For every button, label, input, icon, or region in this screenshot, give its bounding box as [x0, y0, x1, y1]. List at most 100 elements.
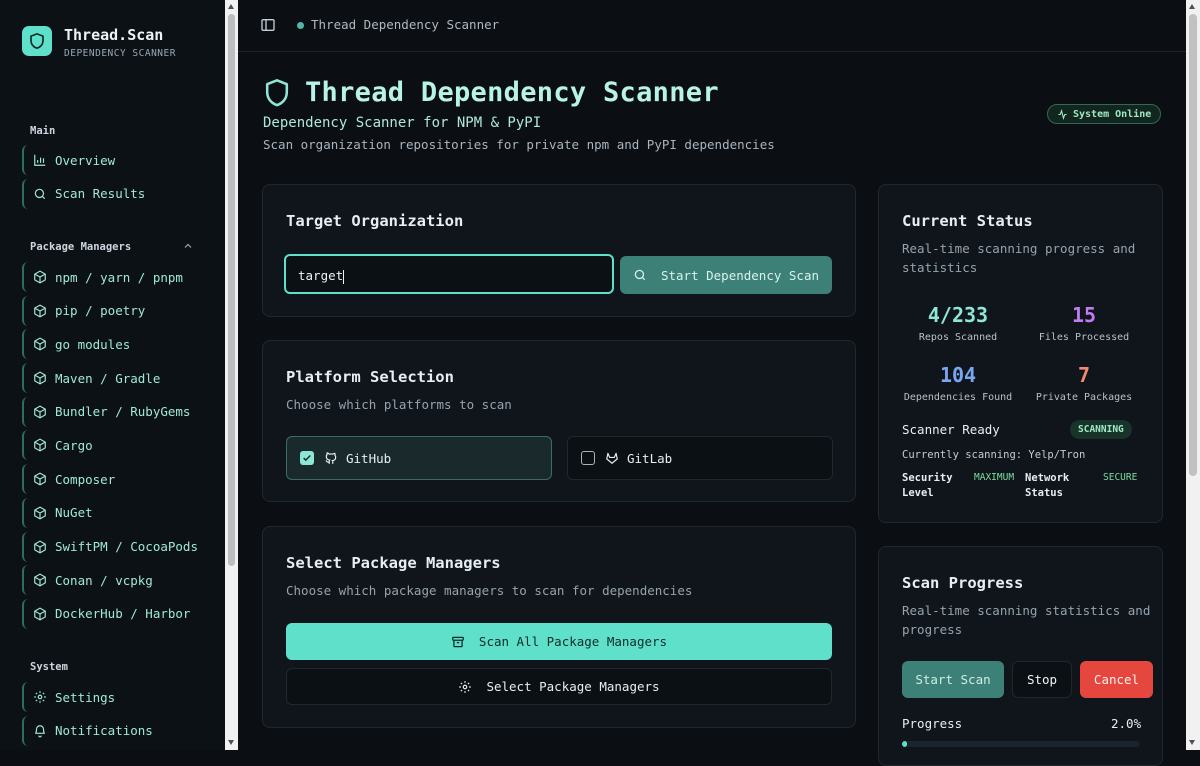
scanner-ready-label: Scanner Ready — [902, 422, 1000, 437]
sidebar-toggle-icon[interactable] — [260, 17, 276, 33]
sidebar-item-label: Scan Results — [55, 186, 146, 202]
sidebar-item-maven-gradle[interactable]: Maven / Gradle — [22, 363, 212, 394]
organization-input[interactable]: target — [284, 254, 614, 294]
sidebar-item-nuget[interactable]: NuGet — [22, 497, 212, 528]
nav-main: Overview Scan Results — [22, 145, 212, 212]
bell-icon — [33, 724, 47, 738]
start-dependency-scan-button[interactable]: Start Dependency Scan — [620, 256, 832, 294]
sidebar-item-scan-results[interactable]: Scan Results — [22, 178, 212, 209]
platform-selection-card: Platform Selection Choose which platform… — [262, 340, 856, 502]
stat-dependencies-found: 104 Dependencies Found — [888, 363, 1028, 403]
sidebar-item-pip-poetry[interactable]: pip / poetry — [22, 295, 212, 326]
sidebar-item-swiftpm-cocoapods[interactable]: SwiftPM / CocoaPods — [22, 531, 212, 562]
stop-button[interactable]: Stop — [1012, 661, 1072, 698]
security-level-label: Security Level — [902, 471, 953, 501]
stat-private-packages: 7 Private Packages — [1014, 363, 1154, 403]
network-status-value: SECURE — [1103, 472, 1138, 483]
system-status-badge: System Online — [1047, 104, 1162, 124]
nav-package-managers: npm / yarn / pnpm pip / poetry go modules M… — [22, 262, 212, 633]
label-line: Security — [902, 472, 953, 484]
package-icon — [33, 506, 47, 520]
main-scrollbar-thumb[interactable] — [1189, 14, 1197, 476]
package-icon — [33, 472, 47, 486]
sidebar-scrollbar-thumb[interactable] — [228, 14, 235, 566]
card-heading: Target Organization — [286, 212, 464, 230]
sidebar-item-dockerhub-harbor[interactable]: DockerHub / Harbor — [22, 598, 212, 629]
package-icon — [33, 438, 47, 452]
label-line: Level — [902, 487, 934, 499]
cancel-button[interactable]: Cancel — [1080, 661, 1153, 698]
sidebar-item-notifications[interactable]: Notifications — [22, 715, 212, 746]
card-heading: Select Package Managers — [286, 554, 501, 572]
page-header: Thread Dependency Scanner — [263, 77, 719, 108]
github-checkbox[interactable] — [300, 451, 314, 465]
sidebar-item-settings[interactable]: Settings — [22, 682, 212, 712]
card-description: Choose which platforms to scan — [286, 397, 512, 412]
main-scrollbar[interactable] — [1186, 0, 1200, 750]
section-title-package-managers[interactable]: Package Managers — [30, 241, 192, 253]
scanning-badge: SCANNING — [1070, 420, 1132, 439]
scroll-up-arrow-icon[interactable] — [1189, 4, 1195, 9]
package-icon — [33, 405, 47, 419]
bar-chart-icon — [33, 153, 47, 167]
scroll-down-arrow-icon[interactable] — [228, 740, 234, 745]
package-icon — [33, 540, 47, 554]
package-managers-card: Select Package Managers Choose which pac… — [262, 526, 856, 728]
platform-label: GitLab — [627, 450, 673, 466]
organization-input-value: target — [298, 268, 344, 283]
github-icon — [324, 451, 338, 465]
currently-scanning-text: Currently scanning: Yelp/Tron — [902, 449, 1086, 461]
sidebar-item-composer[interactable]: Composer — [22, 464, 212, 495]
sidebar-item-label: Maven / Gradle — [55, 370, 161, 386]
sidebar-item-npm-yarn-pnpm[interactable]: npm / yarn / pnpm — [22, 262, 212, 292]
label-line: Network — [1025, 472, 1070, 484]
brand[interactable]: Thread.Scan DEPENDENCY SCANNER — [22, 26, 176, 59]
text-caret — [343, 269, 345, 284]
scan-progress-card: Scan Progress Real-time scanning statist… — [878, 546, 1163, 766]
package-icon — [33, 337, 47, 351]
card-heading: Platform Selection — [286, 368, 454, 386]
shield-icon — [263, 78, 291, 108]
label-line: Status — [1025, 487, 1063, 499]
sidebar-item-conan-vcpkg[interactable]: Conan / vcpkg — [22, 565, 212, 596]
stat-files-processed: 15 Files Processed — [1014, 303, 1154, 343]
sidebar-item-label: NuGet — [55, 505, 93, 521]
platform-option-github[interactable]: GitHub — [286, 436, 552, 480]
scroll-down-arrow-icon[interactable] — [1189, 740, 1195, 745]
stat-label: Private Packages — [1035, 392, 1133, 403]
platform-option-gitlab[interactable]: GitLab — [567, 436, 833, 480]
select-package-managers-button[interactable]: Select Package Managers — [286, 668, 832, 705]
sidebar-item-label: Cargo — [55, 437, 93, 453]
scroll-up-arrow-icon[interactable] — [228, 4, 234, 9]
sidebar-item-cargo[interactable]: Cargo — [22, 430, 212, 461]
stat-label: Dependencies Found — [903, 392, 1013, 403]
gear-icon — [33, 690, 47, 704]
topbar: Thread Dependency Scanner — [238, 0, 1186, 52]
button-label: Select Package Managers — [486, 679, 660, 694]
sidebar-item-bundler-rubygems[interactable]: Bundler / RubyGems — [22, 396, 212, 427]
sidebar-scrollbar[interactable] — [225, 0, 238, 750]
package-icon — [33, 304, 47, 318]
stat-repos-scanned: 4/233 Repos Scanned — [888, 303, 1028, 343]
stat-value: 7 — [1077, 363, 1091, 387]
package-icon — [33, 270, 47, 284]
security-level-value: MAXIMUM — [974, 472, 1015, 483]
sidebar-item-go-modules[interactable]: go modules — [22, 329, 212, 360]
start-scan-button[interactable]: Start Scan — [902, 661, 1004, 698]
scan-all-package-managers-button[interactable]: Scan All Package Managers — [286, 623, 832, 660]
network-status-label: Network Status — [1025, 471, 1069, 501]
chevron-up-icon[interactable] — [182, 240, 194, 252]
package-icon — [33, 573, 47, 587]
gitlab-icon — [605, 451, 619, 465]
progress-percent: 2.0% — [1111, 716, 1142, 731]
sidebar-item-label: go modules — [55, 336, 131, 352]
section-title-main: Main — [30, 125, 56, 137]
current-status-card: Current Status Real-time scanning progre… — [878, 184, 1163, 523]
sidebar: Thread.Scan DEPENDENCY SCANNER Main Over… — [0, 0, 226, 750]
gitlab-checkbox[interactable] — [581, 451, 595, 465]
sidebar-item-overview[interactable]: Overview — [22, 145, 212, 175]
stat-value: 4/233 — [927, 303, 989, 327]
sidebar-item-label: Settings — [55, 689, 116, 705]
package-icon — [33, 371, 47, 385]
progress-bar — [902, 741, 1140, 747]
